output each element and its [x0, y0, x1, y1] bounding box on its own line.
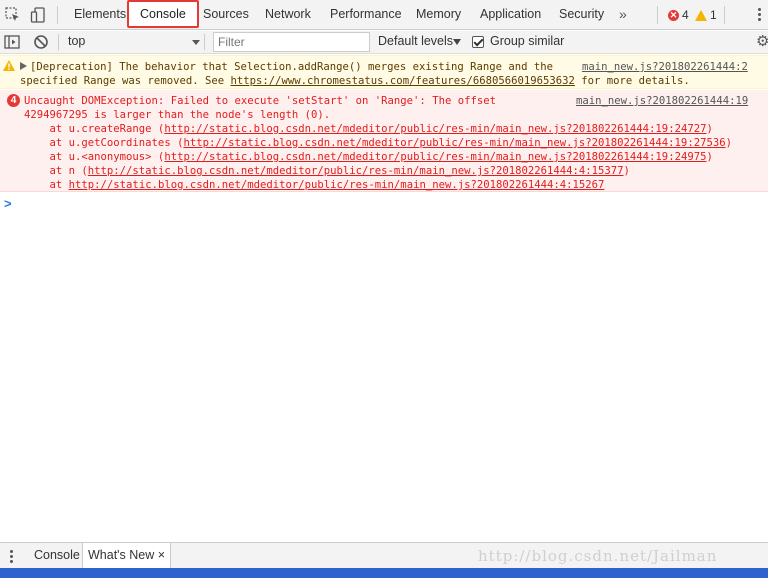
warning-text-line1: [Deprecation] The behavior that Selectio… — [30, 61, 560, 73]
console-prompt[interactable]: > — [4, 196, 12, 211]
stack-frame-prefix: at u.createRange ( — [24, 123, 165, 135]
watermark: http://blog.csdn.net/Jailman — [478, 547, 718, 565]
console-error-message: 4 Uncaught DOMException: Failed to execu… — [0, 90, 768, 192]
error-text-line1: Uncaught DOMException: Failed to execute… — [24, 95, 496, 107]
drawer-tab-label: What's New — [88, 548, 155, 562]
stack-frame-prefix: at u.<anonymous> ( — [24, 151, 165, 163]
clear-console-icon[interactable] — [32, 33, 50, 51]
close-icon[interactable]: × — [158, 548, 165, 562]
warning-text-prefix: specified Range was removed. See — [20, 75, 231, 87]
stack-frame: at u.<anonymous> (http://static.blog.csd… — [24, 150, 713, 164]
warning-count: 1 — [710, 8, 717, 22]
group-similar-checkbox[interactable] — [472, 36, 484, 48]
stack-frame-link[interactable]: http://static.blog.csdn.net/mdeditor/pub… — [69, 179, 605, 191]
error-repeat-count-badge: 4 — [7, 94, 20, 107]
stack-frame-link[interactable]: http://static.blog.csdn.net/mdeditor/pub… — [183, 137, 725, 149]
console-warning-message: [Deprecation] The behavior that Selectio… — [0, 55, 768, 89]
stack-frame: at u.getCoordinates (http://static.blog.… — [24, 136, 732, 150]
stack-frame-prefix: at u.getCoordinates ( — [24, 137, 184, 149]
show-sidebar-icon[interactable] — [3, 33, 21, 51]
inspect-element-icon[interactable] — [4, 6, 22, 24]
drawer-tab-console[interactable]: Console — [34, 543, 80, 569]
log-levels-dropdown[interactable]: Default levels — [378, 34, 453, 48]
customize-menu-icon[interactable] — [756, 6, 762, 24]
stack-frame: at n (http://static.blog.csdn.net/mdedit… — [24, 164, 630, 178]
warning-icon — [3, 60, 15, 71]
filter-input[interactable] — [213, 32, 370, 52]
tab-separator — [57, 6, 58, 24]
gear-icon[interactable]: ⚙ — [756, 34, 768, 50]
tab-application[interactable]: Application — [480, 0, 541, 30]
error-text-line2: 4294967295 is larger than the node's len… — [24, 109, 331, 121]
drawer-tab-whats-new[interactable]: What's New × — [82, 543, 172, 569]
stack-frame-link[interactable]: http://static.blog.csdn.net/mdeditor/pub… — [164, 151, 706, 163]
devtools-tabbar: Elements Console Sources Network Perform… — [0, 0, 768, 30]
stack-frame-link[interactable]: http://static.blog.csdn.net/mdeditor/pub… — [164, 123, 706, 135]
stack-frame: at u.createRange (http://static.blog.csd… — [24, 122, 713, 136]
stack-frame: at http://static.blog.csdn.net/mdeditor/… — [24, 178, 605, 192]
warning-source-link[interactable]: main_new.js?201802261444:2 — [582, 60, 748, 74]
toolbar-separator — [204, 34, 205, 50]
chevron-down-icon[interactable] — [453, 39, 461, 45]
toolbar-separator — [58, 34, 59, 50]
expand-triangle-icon[interactable] — [20, 62, 27, 70]
tab-separator — [657, 6, 658, 24]
warning-text-line2: specified Range was removed. See https:/… — [20, 74, 690, 88]
stack-frame-prefix: at n ( — [24, 165, 88, 177]
stack-frame-link[interactable]: http://static.blog.csdn.net/mdeditor/pub… — [88, 165, 624, 177]
error-icon: ✕ — [668, 9, 679, 21]
error-source-link[interactable]: main_new.js?201802261444:19 — [576, 94, 748, 108]
stack-frame-suffix: ) — [725, 137, 732, 149]
tab-memory[interactable]: Memory — [416, 0, 461, 30]
console-toolbar: top Default levels Group similar ⚙ — [0, 31, 768, 54]
tab-performance[interactable]: Performance — [330, 0, 402, 30]
warning-text-suffix: for more details. — [574, 75, 690, 87]
device-toolbar-icon[interactable] — [30, 6, 48, 24]
group-similar-label: Group similar — [490, 34, 565, 48]
tab-separator — [724, 6, 725, 24]
more-tabs-icon[interactable]: » — [619, 0, 627, 30]
tab-elements[interactable]: Elements — [74, 0, 126, 30]
drawer-menu-icon[interactable] — [10, 548, 14, 565]
context-selector[interactable]: top — [68, 34, 85, 48]
error-counter[interactable]: ✕ 4 — [668, 7, 689, 23]
tab-network[interactable]: Network — [265, 0, 311, 30]
stack-frame-suffix: ) — [706, 151, 713, 163]
tab-security[interactable]: Security — [559, 0, 604, 30]
warning-icon — [695, 9, 707, 21]
tab-console[interactable]: Console — [127, 0, 199, 28]
stack-frame-suffix: ) — [706, 123, 713, 135]
tab-sources[interactable]: Sources — [203, 0, 249, 30]
stack-frame-prefix: at — [24, 179, 69, 191]
stack-frame-suffix: ) — [623, 165, 630, 177]
chevron-down-icon[interactable] — [192, 40, 200, 45]
warning-url-link[interactable]: https://www.chromestatus.com/features/66… — [230, 75, 574, 87]
error-count: 4 — [682, 8, 689, 22]
bottom-bar — [0, 568, 768, 578]
warning-counter[interactable]: 1 — [695, 7, 717, 23]
